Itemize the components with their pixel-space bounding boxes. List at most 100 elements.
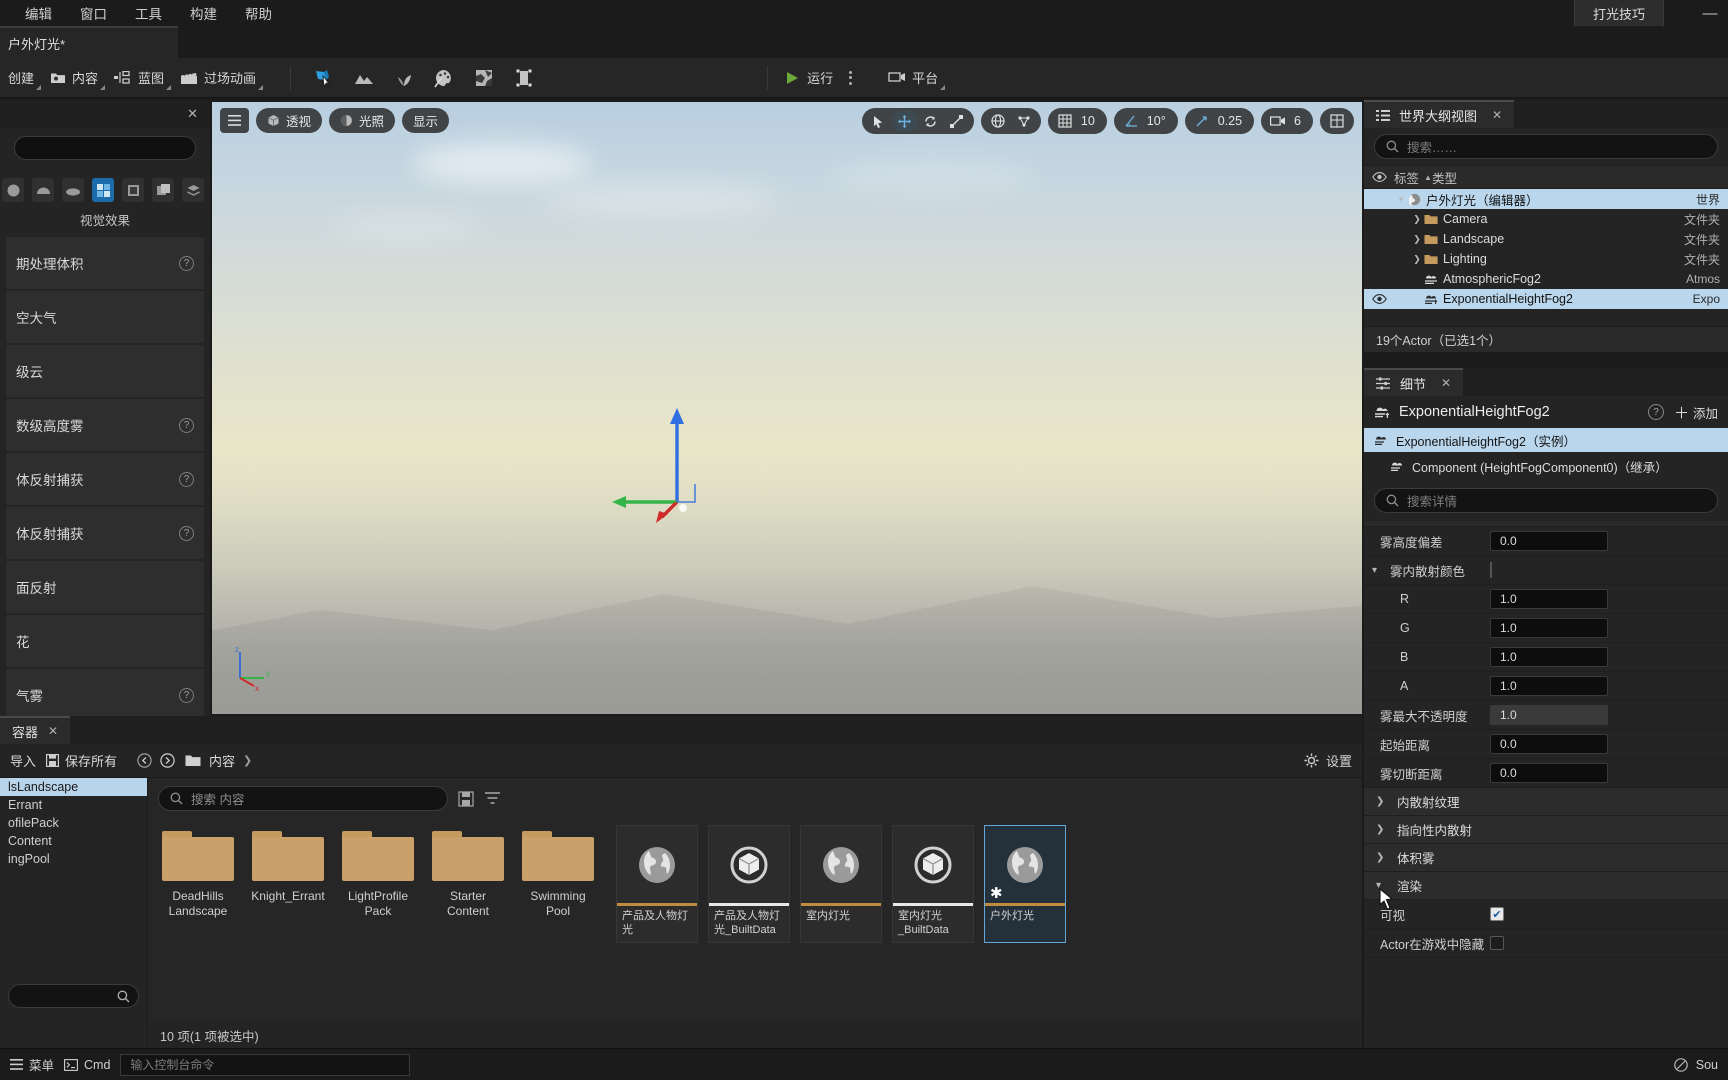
viewport-show-button[interactable]: 显示 bbox=[402, 108, 450, 133]
folder-item[interactable]: Swimming Pool bbox=[518, 825, 598, 919]
forward-icon[interactable] bbox=[160, 753, 175, 768]
help-icon[interactable]: ? bbox=[1647, 404, 1664, 420]
transform-gizmo[interactable] bbox=[612, 402, 742, 532]
outliner-column-type[interactable]: 类型 bbox=[1432, 168, 1457, 187]
console-command-input[interactable]: 输入控制台命令 bbox=[120, 1053, 411, 1076]
angle-snap-group[interactable]: 10° bbox=[1113, 108, 1178, 134]
viewport-perspective-button[interactable]: 透视 bbox=[256, 108, 323, 133]
help-icon[interactable]: ? bbox=[179, 471, 194, 487]
reflection-icon[interactable] bbox=[122, 178, 144, 202]
outliner-row-landscape[interactable]: ❯ Landscape 文件夹 bbox=[1364, 229, 1728, 249]
scale-snap-value[interactable]: 0.25 bbox=[1215, 114, 1250, 128]
outliner-column-label[interactable]: 标签 bbox=[1394, 168, 1419, 187]
select-mode-icon[interactable] bbox=[311, 65, 337, 91]
level-viewport[interactable]: 透视 光照 显示 10 10° 0.25 6 z y x bbox=[212, 102, 1362, 714]
chevron-right-icon[interactable]: ❯ bbox=[1376, 852, 1388, 863]
play-button[interactable]: 运行 bbox=[778, 65, 839, 90]
camera-speed-value[interactable]: 6 bbox=[1291, 114, 1309, 128]
asset-item[interactable]: 室内灯光_BuiltData bbox=[892, 825, 974, 943]
save-all-button[interactable]: 保存所有 bbox=[46, 751, 117, 770]
folder-item[interactable]: DeadHills Landscape bbox=[158, 825, 238, 919]
outliner-row-camera[interactable]: ❯ Camera 文件夹 bbox=[1364, 209, 1728, 229]
chevron-down-icon[interactable]: ▾ bbox=[1394, 194, 1408, 205]
property-input[interactable]: 1.0 bbox=[1490, 618, 1608, 638]
select-tool-button[interactable] bbox=[866, 110, 892, 132]
viewport-lighting-button[interactable]: 光照 bbox=[329, 108, 396, 133]
tab-world-outliner[interactable]: 世界大纲视图 ✕ bbox=[1364, 100, 1515, 128]
surface-snap-button[interactable] bbox=[1011, 110, 1037, 132]
cloud-icon[interactable] bbox=[62, 178, 84, 202]
blueprint-button[interactable]: 蓝图 bbox=[106, 63, 172, 93]
asset-item[interactable]: 室内灯光 bbox=[800, 825, 882, 943]
tree-search-input[interactable] bbox=[8, 984, 139, 1008]
content-browser-settings[interactable]: 设置 bbox=[1304, 751, 1352, 770]
viewport-menu-button[interactable] bbox=[220, 108, 249, 133]
details-search-input[interactable]: 搜索详情 bbox=[1374, 488, 1718, 513]
chevron-right-icon[interactable]: ❯ bbox=[1410, 214, 1424, 225]
list-item[interactable]: 空大气 bbox=[6, 291, 204, 343]
landscape-mode-icon[interactable] bbox=[351, 65, 377, 91]
list-item[interactable]: 体反射捕获 ? bbox=[6, 453, 204, 505]
left-panel-search-input[interactable] bbox=[14, 136, 196, 160]
help-icon[interactable]: ? bbox=[179, 687, 194, 703]
rotate-tool-button[interactable] bbox=[918, 110, 944, 132]
asset-item[interactable]: 产品及人物灯光 bbox=[616, 825, 698, 943]
chevron-right-icon[interactable]: ❯ bbox=[1376, 796, 1388, 807]
asset-card[interactable]: 产品及人物灯光 bbox=[616, 825, 698, 943]
close-icon[interactable]: ✕ bbox=[1441, 376, 1451, 390]
save-search-icon[interactable] bbox=[458, 790, 474, 807]
tree-item[interactable]: Content bbox=[0, 832, 147, 850]
menu-item-tools[interactable]: 工具 bbox=[124, 0, 173, 26]
chevron-down-icon[interactable]: ▾ bbox=[1372, 565, 1384, 576]
property-input[interactable]: 1.0 bbox=[1490, 589, 1608, 609]
close-icon[interactable]: ✕ bbox=[187, 106, 198, 122]
viewport-layout-group[interactable] bbox=[1320, 108, 1354, 134]
play-options-button[interactable] bbox=[843, 70, 858, 85]
list-item[interactable]: 花 bbox=[6, 615, 204, 667]
chevron-right-icon[interactable]: ❯ bbox=[1376, 824, 1388, 835]
console-cmd-button[interactable]: Cmd bbox=[64, 1058, 110, 1072]
outliner-row-atmosphericfog[interactable]: AtmosphericFog2 Atmos bbox=[1364, 269, 1728, 289]
property-category-volumetric-fog[interactable]: ❯ 体积雾 bbox=[1364, 844, 1728, 872]
menu-item-window[interactable]: 窗口 bbox=[69, 0, 118, 26]
import-button[interactable]: 导入 bbox=[10, 751, 36, 770]
list-item[interactable]: 级云 bbox=[6, 345, 204, 397]
viewport-layout-icon[interactable] bbox=[1324, 110, 1350, 132]
eye-icon[interactable] bbox=[1364, 294, 1394, 304]
camera-icon[interactable] bbox=[1265, 110, 1291, 132]
property-input[interactable]: 0.0 bbox=[1490, 763, 1608, 783]
lighting-tips-button[interactable]: 打光技巧 bbox=[1573, 0, 1664, 28]
details-instance-row[interactable]: ExponentialHeightFog2（实例） bbox=[1364, 428, 1728, 452]
level-tab[interactable]: 户外灯光* bbox=[0, 26, 178, 58]
minimize-button[interactable]: — bbox=[1698, 5, 1722, 22]
outliner-row-exponentialheightfog[interactable]: ExponentialHeightFog2 Expo bbox=[1364, 289, 1728, 309]
back-icon[interactable] bbox=[137, 753, 152, 768]
tab-content-browser[interactable]: 容器 ✕ bbox=[0, 716, 71, 744]
outliner-row-lighting[interactable]: ❯ Lighting 文件夹 bbox=[1364, 249, 1728, 269]
outliner-row-world[interactable]: ▾ 户外灯光（编辑器） 世界 bbox=[1364, 189, 1728, 209]
folder-item[interactable]: Starter Content bbox=[428, 825, 508, 919]
sort-arrow-icon[interactable]: ▲ bbox=[1424, 173, 1432, 182]
eye-icon[interactable] bbox=[1364, 172, 1394, 182]
add-component-button[interactable]: ＋ 添加 bbox=[1674, 402, 1718, 423]
filter-icon[interactable] bbox=[484, 791, 502, 807]
cinematics-button[interactable]: 过场动画 bbox=[172, 63, 264, 93]
outliner-search-input[interactable]: 搜索…… bbox=[1374, 134, 1718, 159]
help-icon[interactable]: ? bbox=[179, 255, 194, 271]
grid-snap-icon[interactable] bbox=[1052, 110, 1078, 132]
content-button[interactable]: 内容 bbox=[42, 63, 106, 93]
camera-speed-group[interactable]: 6 bbox=[1261, 108, 1313, 134]
folder-item[interactable]: Knight_Errant bbox=[248, 825, 328, 904]
asset-card[interactable]: 室内灯光 bbox=[800, 825, 882, 943]
platform-button[interactable]: 平台 bbox=[880, 63, 946, 93]
chevron-right-icon[interactable]: ❯ bbox=[1410, 234, 1424, 245]
help-icon[interactable]: ? bbox=[179, 417, 194, 433]
search-input[interactable]: 搜索 内容 bbox=[158, 786, 448, 811]
asset-card[interactable]: 产品及人物灯光_BuiltData bbox=[708, 825, 790, 943]
status-menu-button[interactable]: 菜单 bbox=[10, 1055, 54, 1074]
property-category-inscattering-texture[interactable]: ❯ 内散射纹理 bbox=[1364, 788, 1728, 816]
color-swatch[interactable] bbox=[1490, 562, 1492, 578]
list-item[interactable]: 体反射捕获 ? bbox=[6, 507, 204, 559]
close-icon[interactable]: ✕ bbox=[1492, 108, 1502, 122]
scale-tool-button[interactable] bbox=[944, 110, 970, 132]
